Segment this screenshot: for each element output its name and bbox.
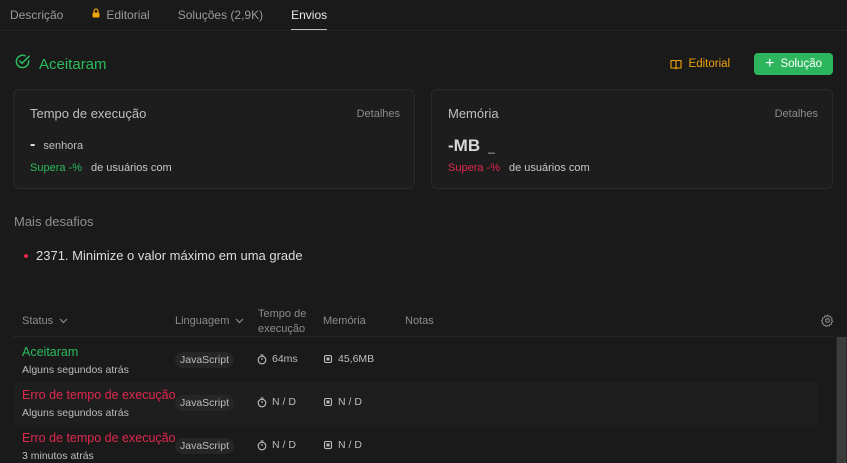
status-column-header[interactable]: Status (22, 315, 68, 327)
runtime-header-line1: Tempo de (258, 308, 307, 320)
language-header-label: Linguagem (175, 315, 230, 327)
memory-cell: N / D (323, 396, 362, 408)
memory-cell: 45,6MB (323, 353, 374, 365)
runtime-value: - (30, 136, 36, 153)
result-header: Aceitaram Editorial + Solução (14, 52, 833, 76)
submission-time: Alguns segundos atrás (22, 407, 129, 419)
scrollbar-thumb[interactable] (837, 337, 846, 463)
tab-solutions[interactable]: Soluções (2,9K) (178, 0, 263, 30)
clock-icon (257, 439, 267, 450)
runtime-card: Tempo de execução Detalhes - senhora Sup… (13, 89, 415, 189)
runtime-cell: N / D (257, 396, 296, 408)
tab-bar: Descrição Editorial Soluções (2,9K) Envi… (0, 0, 847, 30)
notes-column-header: Notas (405, 315, 434, 327)
table-row[interactable]: Erro de tempo de execução Alguns segundo… (13, 382, 819, 425)
memory-value: N / D (338, 439, 362, 451)
submission-time: Alguns segundos atrás (22, 364, 129, 376)
memory-unit: _ (488, 140, 495, 154)
runtime-value: 64ms (272, 353, 298, 365)
gear-icon[interactable] (820, 314, 834, 330)
memory-beats: Supera -% (448, 162, 500, 174)
more-challenges-title: Mais desafios (14, 214, 94, 229)
memory-value: 45,6MB (338, 353, 375, 365)
table-header-divider (13, 336, 834, 337)
runtime-beats-rest: de usuários com (90, 162, 172, 174)
book-icon (669, 59, 682, 70)
runtime-unit: senhora (43, 140, 84, 152)
runtime-details-link[interactable]: Detalhes (357, 108, 400, 120)
language-column-header[interactable]: Linguagem (175, 315, 244, 327)
submission-time: 3 minutos atrás (22, 450, 94, 462)
difficulty-dot (24, 253, 28, 258)
check-circle-icon (14, 53, 31, 75)
runtime-cell: N / D (257, 439, 296, 451)
clock-icon (257, 396, 267, 407)
language-badge: JavaScript (175, 438, 235, 454)
runtime-cell: 64ms (257, 353, 298, 365)
tab-label: Soluções (2,9K) (177, 8, 264, 22)
language-badge: JavaScript (175, 352, 235, 368)
editorial-label: Editorial (688, 58, 731, 70)
challenge-label: 2371. Minimize o valor máximo em uma gra… (36, 248, 303, 263)
challenge-link[interactable]: 2371. Minimize o valor máximo em uma gra… (24, 248, 303, 263)
tab-label: Envios (291, 8, 328, 22)
plus-icon: + (765, 55, 775, 72)
runtime-header-line2: execução (258, 323, 306, 335)
chevron-down-icon (59, 318, 68, 324)
runtime-value: N / D (272, 396, 296, 408)
memory-header-label: Memória (323, 315, 366, 327)
table-row[interactable]: Aceitaram Alguns segundos atrás JavaScri… (13, 339, 819, 382)
editorial-link[interactable]: Editorial (669, 58, 731, 70)
tab-label: Descrição (10, 8, 64, 22)
memory-cell: N / D (323, 439, 362, 451)
tab-label: Editorial (106, 8, 150, 22)
memory-value: N / D (338, 396, 362, 408)
memory-column-header: Memória (323, 315, 366, 327)
memory-details-link[interactable]: Detalhes (775, 108, 818, 120)
status-header-label: Status (22, 315, 54, 327)
submission-status[interactable]: Aceitaram (22, 345, 78, 359)
chip-icon (323, 397, 333, 407)
tab-editorial[interactable]: Editorial (91, 0, 150, 30)
runtime-beats: Supera -% (30, 162, 82, 174)
solution-label: Solução (780, 58, 822, 70)
add-solution-button[interactable]: + Solução (754, 53, 833, 75)
chip-icon (323, 440, 333, 450)
tab-divider (0, 30, 847, 31)
tab-description[interactable]: Descrição (10, 0, 63, 30)
runtime-card-title: Tempo de execução (30, 106, 147, 121)
notes-header-label: Notas (405, 315, 434, 327)
chevron-down-icon (235, 318, 244, 324)
runtime-value: N / D (272, 439, 296, 451)
table-row[interactable]: Erro de tempo de execução 3 minutos atrá… (13, 425, 819, 463)
memory-beats-rest: de usuários com (508, 162, 590, 174)
memory-card-title: Memória (448, 106, 499, 121)
clock-icon (257, 353, 267, 364)
submissions-table-header: Status Linguagem Tempo de execução Memór… (13, 306, 834, 336)
language-badge: JavaScript (175, 395, 235, 411)
memory-value: -MB (448, 136, 481, 155)
submission-status[interactable]: Erro de tempo de execução (22, 431, 176, 445)
submission-status[interactable]: Erro de tempo de execução (22, 388, 176, 402)
memory-card: Memória Detalhes -MB _ Supera -% de usuá… (431, 89, 833, 189)
tab-submissions[interactable]: Envios (291, 0, 328, 30)
lock-icon (91, 8, 101, 18)
runtime-column-header: Tempo de execução (258, 307, 318, 337)
result-status: Aceitaram (39, 55, 107, 73)
chip-icon (323, 354, 333, 364)
